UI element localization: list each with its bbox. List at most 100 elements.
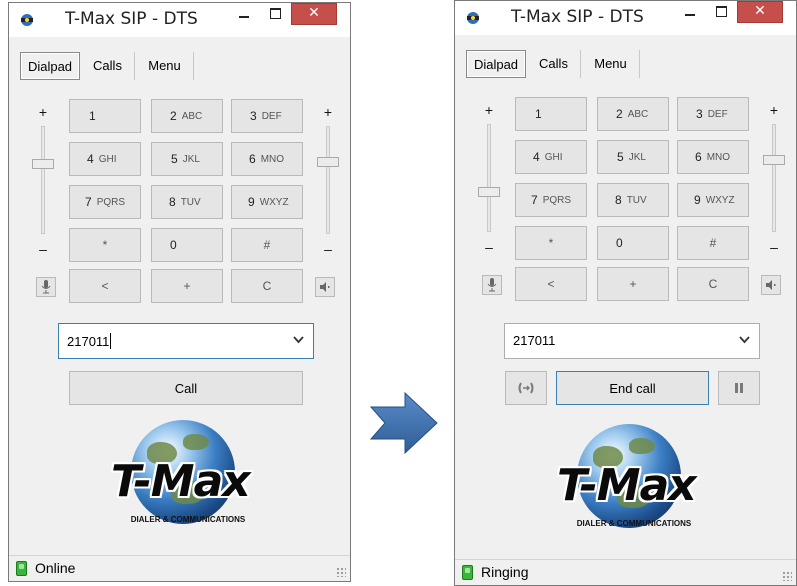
key-label: 3 <box>696 107 703 121</box>
key-label: < <box>101 279 109 293</box>
resize-grip-icon[interactable] <box>782 571 792 581</box>
tab-calls[interactable]: Calls <box>81 52 135 80</box>
key-label: 8 <box>615 193 622 207</box>
key-7[interactable]: 7 PQRS <box>69 185 141 219</box>
mic-volume-thumb[interactable] <box>478 187 500 197</box>
key-hash[interactable]: # <box>231 228 303 262</box>
key-plus[interactable]: + <box>597 267 669 301</box>
key-label: C <box>708 277 718 291</box>
title-bar[interactable]: T-Max SIP - DTS ✕ <box>9 3 350 37</box>
minimize-button[interactable] <box>677 1 703 23</box>
key-9[interactable]: 9 WXYZ <box>677 183 749 217</box>
key-6[interactable]: 6 MNO <box>231 142 303 176</box>
tmax-app-icon <box>21 14 33 26</box>
call-transfer-icon <box>518 382 534 394</box>
key-label: # <box>263 238 271 252</box>
logo-tagline: DIALER & COMMUNICATIONS <box>130 515 246 524</box>
speaker-volume-track[interactable] <box>772 124 776 232</box>
tmax-logo: T-Max DIALER & COMMUNICATIONS <box>103 420 273 530</box>
maximize-button[interactable] <box>708 1 734 23</box>
key-0[interactable]: 0 <box>151 228 223 262</box>
key-letters: TUV <box>180 196 201 208</box>
tab-menu[interactable]: Menu <box>136 52 194 80</box>
key-0[interactable]: 0 <box>597 226 669 260</box>
window-title: T-Max SIP - DTS <box>511 7 644 27</box>
key-label: 6 <box>695 150 702 164</box>
speaker-mute-button[interactable] <box>761 275 781 295</box>
key-3[interactable]: 3 DEF <box>231 99 303 133</box>
key-8[interactable]: 8 TUV <box>151 185 223 219</box>
tab-dialpad[interactable]: Dialpad <box>466 50 526 78</box>
microphone-icon <box>41 280 51 294</box>
tab-calls[interactable]: Calls <box>527 50 581 78</box>
close-button[interactable]: ✕ <box>291 3 337 25</box>
title-bar[interactable]: T-Max SIP - DTS ✕ <box>455 1 796 35</box>
key-letters: ABC <box>627 108 649 120</box>
right-arrow-icon <box>369 391 438 455</box>
backspace-button[interactable]: < <box>515 267 587 301</box>
key-star[interactable]: * <box>69 228 141 262</box>
status-text: Online <box>35 560 76 576</box>
key-star[interactable]: * <box>515 226 587 260</box>
speaker-volume-minus: – <box>324 241 332 257</box>
key-4[interactable]: 4 GHI <box>515 140 587 174</box>
end-call-button[interactable]: End call <box>556 371 709 405</box>
chevron-down-icon[interactable] <box>739 336 750 344</box>
clear-button[interactable]: C <box>677 267 749 301</box>
backspace-button[interactable]: < <box>69 269 141 303</box>
maximize-icon <box>716 6 727 17</box>
chevron-down-icon[interactable] <box>293 336 304 344</box>
logo-brand: T-Max <box>111 456 251 507</box>
logo-tagline: DIALER & COMMUNICATIONS <box>576 519 692 528</box>
speaker-volume-thumb[interactable] <box>317 157 339 167</box>
tab-menu[interactable]: Menu <box>582 50 640 78</box>
tab-dialpad[interactable]: Dialpad <box>20 52 80 80</box>
key-4[interactable]: 4 GHI <box>69 142 141 176</box>
mic-volume-track[interactable] <box>41 126 45 234</box>
minimize-button[interactable] <box>231 3 257 25</box>
key-hash[interactable]: # <box>677 226 749 260</box>
mic-volume-thumb[interactable] <box>32 159 54 169</box>
key-letters: TUV <box>626 194 647 206</box>
maximize-button[interactable] <box>262 3 288 25</box>
minimize-icon <box>239 16 249 18</box>
mic-volume-plus: + <box>38 104 48 120</box>
mic-volume-track[interactable] <box>487 124 491 232</box>
key-9[interactable]: 9 WXYZ <box>231 185 303 219</box>
key-6[interactable]: 6 MNO <box>677 140 749 174</box>
clear-button[interactable]: C <box>231 269 303 303</box>
hold-call-button[interactable] <box>718 371 760 405</box>
minimize-icon <box>685 14 695 16</box>
transfer-call-button[interactable] <box>505 371 547 405</box>
key-8[interactable]: 8 TUV <box>597 183 669 217</box>
mic-mute-button[interactable] <box>36 277 56 297</box>
key-2[interactable]: 2 ABC <box>151 99 223 133</box>
mic-mute-button[interactable] <box>482 275 502 295</box>
key-label: 9 <box>694 193 701 207</box>
key-1[interactable]: 1 <box>515 97 587 131</box>
phone-number-input[interactable]: 217011 <box>504 323 760 359</box>
key-1[interactable]: 1 <box>69 99 141 133</box>
key-7[interactable]: 7 PQRS <box>515 183 587 217</box>
key-3[interactable]: 3 DEF <box>677 97 749 131</box>
status-bar: Ringing <box>455 559 796 585</box>
close-button[interactable]: ✕ <box>737 1 783 23</box>
speaker-volume-thumb[interactable] <box>763 155 785 165</box>
tmax-app-icon <box>467 12 479 24</box>
key-letters: GHI <box>98 153 117 165</box>
key-letters: GHI <box>544 151 563 163</box>
key-label: # <box>709 236 717 250</box>
speaker-volume-plus: + <box>323 104 333 120</box>
call-button[interactable]: Call <box>69 371 303 405</box>
resize-grip-icon[interactable] <box>336 567 346 577</box>
key-2[interactable]: 2 ABC <box>597 97 669 131</box>
speaker-mute-button[interactable] <box>315 277 335 297</box>
key-letters: WXYZ <box>259 196 289 208</box>
key-plus[interactable]: + <box>151 269 223 303</box>
key-letters: JKL <box>182 153 200 165</box>
key-5[interactable]: 5 JKL <box>597 140 669 174</box>
phone-number-input[interactable]: 217011 <box>58 323 314 359</box>
speaker-volume-track[interactable] <box>326 126 330 234</box>
key-label: * <box>548 236 554 250</box>
key-5[interactable]: 5 JKL <box>151 142 223 176</box>
